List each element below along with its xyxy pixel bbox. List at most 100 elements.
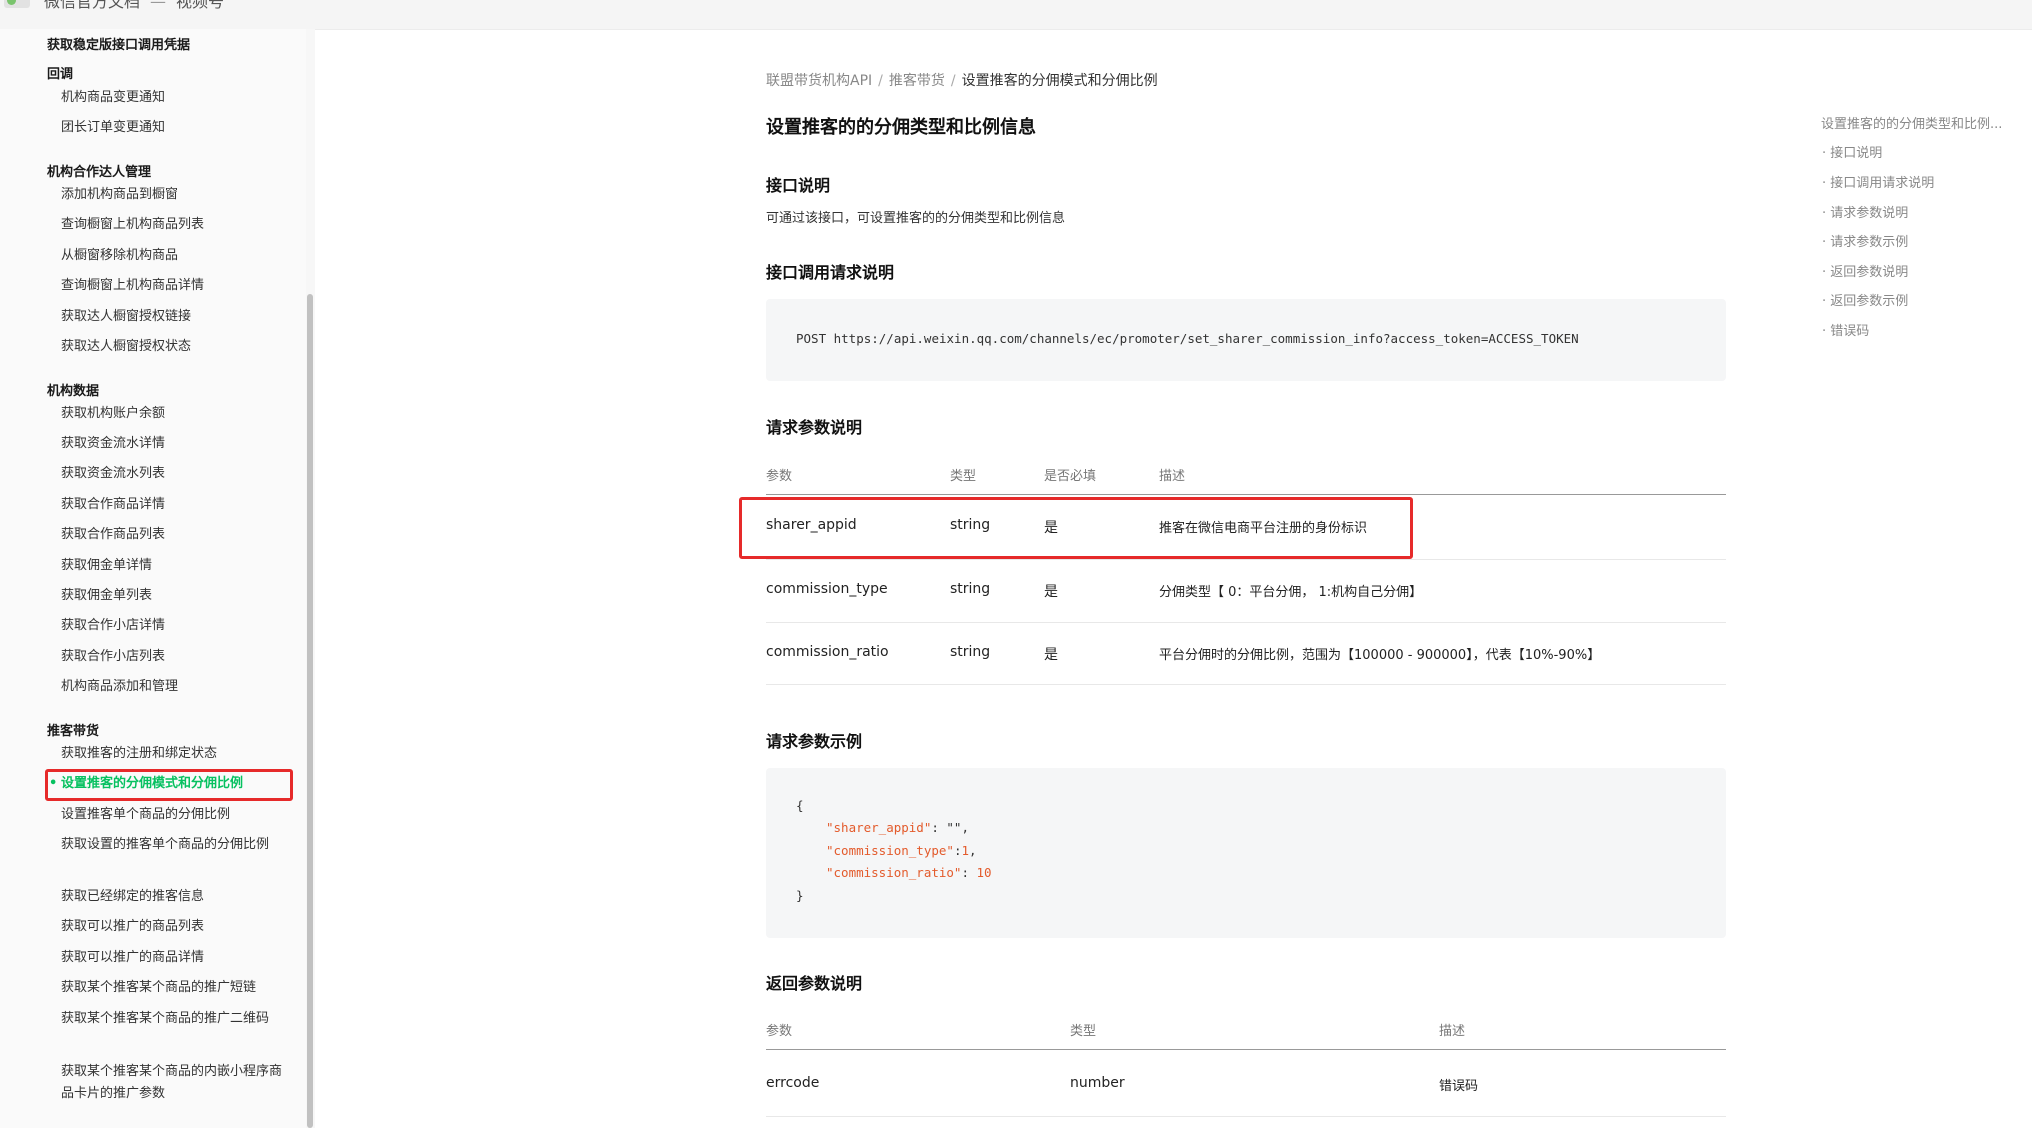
sidebar-item[interactable]: 获取合作商品列表 (61, 524, 281, 546)
return-table: 参数 类型 描述 errcode number 错误码 (766, 1010, 1726, 1128)
breadcrumb-link-api[interactable]: 联盟带货机构API (766, 73, 872, 89)
toc-item[interactable]: 请求参数说明 (1822, 202, 1908, 221)
table-cell: number (1070, 1075, 1125, 1091)
toc-item[interactable]: 接口说明 (1822, 142, 1882, 161)
table-cell: commission_ratio (766, 644, 889, 660)
table-cell: string (950, 644, 991, 660)
toc-item[interactable]: 请求参数示例 (1822, 231, 1908, 250)
sidebar-item[interactable]: 获取佣金单列表 (61, 585, 281, 607)
table-cell: 错误码 (1439, 1079, 1479, 1094)
sidebar-item[interactable]: 机构商品添加和管理 (61, 676, 281, 698)
sidebar-item[interactable]: 获取已经绑定的推客信息 (61, 886, 281, 908)
code-key: "sharer_appid" (826, 820, 932, 835)
row-divider (766, 622, 1726, 623)
example-code-block: { "sharer_appid": "", "commission_type":… (766, 768, 1726, 938)
breadcrumb: 联盟带货机构API / 推客带货 / 设置推客的分佣模式和分佣比例 (766, 70, 1158, 90)
sidebar-item[interactable]: 获取某个推客某个商品的推广短链 (61, 977, 281, 999)
toc-item[interactable]: 返回参数示例 (1822, 290, 1908, 309)
sidebar-item[interactable]: 获取资金流水列表 (61, 463, 281, 485)
sidebar-item[interactable]: 查询橱窗上机构商品列表 (61, 214, 281, 236)
table-cell: 是 (1044, 647, 1058, 663)
site-title[interactable]: 微信官方文档 — 视频号 (44, 0, 224, 12)
page-title: 设置推客的的分佣类型和比例信息 (766, 117, 1036, 138)
sidebar-item[interactable]: 获取达人橱窗授权链接 (61, 306, 281, 328)
table-header-divider (766, 494, 1726, 495)
code-key: "commission_ratio" (826, 865, 962, 880)
breadcrumb-separator: / (878, 73, 883, 89)
table-cell: 分佣类型【 0：平台分佣， 1:机构自己分佣】 (1159, 585, 1423, 600)
table-cell: errcode (766, 1075, 820, 1091)
title-separator: — (150, 0, 167, 11)
sidebar-item[interactable]: 获取可以推广的商品详情 (61, 947, 281, 969)
breadcrumb-separator: / (950, 73, 956, 89)
table-cell: commission_type (766, 581, 888, 597)
code-line: "commission_type":1, (826, 843, 977, 858)
sidebar-item[interactable]: 获取资金流水详情 (61, 433, 281, 455)
sidebar-group-data[interactable]: 机构数据 (47, 380, 99, 399)
sidebar-item[interactable]: 添加机构商品到橱窗 (61, 184, 281, 206)
sidebar-item[interactable]: 从橱窗移除机构商品 (61, 245, 281, 267)
toc-item[interactable]: 接口调用请求说明 (1822, 172, 1934, 191)
sidebar-item[interactable]: 获取可以推广的商品列表 (61, 916, 281, 938)
row-divider (766, 1116, 1726, 1117)
sidebar-item[interactable]: 获取设置的推客单个商品的分佣比例 (61, 834, 286, 856)
sidebar-group-callback[interactable]: 回调 (47, 63, 73, 82)
sidebar-item-stable-token[interactable]: 获取稳定版接口调用凭据 (47, 34, 190, 53)
sidebar-item[interactable]: 获取佣金单详情 (61, 555, 281, 577)
code-value: : "", (931, 820, 969, 835)
sidebar-item[interactable]: 获取某个推客某个商品的推广二维码 (61, 1008, 286, 1030)
sidebar-item[interactable]: 获取合作小店详情 (61, 615, 281, 637)
table-header-divider (766, 1049, 1726, 1050)
sidebar-group-promoter[interactable]: 推客带货 (47, 720, 99, 739)
site-title-text[interactable]: 微信官方文档 (44, 0, 140, 11)
table-header: 参数 (766, 469, 793, 484)
toc-item[interactable]: 返回参数说明 (1822, 261, 1908, 280)
sidebar-item[interactable]: 获取某个推客某个商品的内嵌小程序商品卡片的推广参数 (61, 1061, 286, 1105)
toc-title[interactable]: 设置推客的的分佣类型和比例... (1821, 113, 2002, 132)
sidebar-item[interactable]: 获取推客的注册和绑定状态 (61, 743, 281, 765)
sidebar-item[interactable]: 团长订单变更通知 (61, 117, 281, 139)
sidebar-item[interactable]: 设置推客单个商品的分佣比例 (61, 804, 281, 826)
sidebar-item[interactable]: 获取合作商品详情 (61, 494, 281, 516)
sidebar-scrollbar-thumb[interactable] (307, 294, 313, 1128)
row-highlight-box (739, 497, 1413, 559)
table-header: 描述 (1439, 1024, 1466, 1039)
table-header: 描述 (1159, 469, 1186, 484)
sidebar-group-talent[interactable]: 机构合作达人管理 (47, 161, 151, 180)
section-title-request: 接口调用请求说明 (766, 263, 895, 282)
wechat-docs-logo-icon[interactable] (4, 0, 30, 8)
breadcrumb-link-promoter[interactable]: 推客带货 (889, 73, 945, 89)
request-code-block: POST https://api.weixin.qq.com/channels/… (766, 299, 1726, 381)
params-table: 参数 类型 是否必填 描述 sharer_appid string 是 推客在微… (766, 455, 1726, 685)
sidebar-item[interactable]: 获取机构账户余额 (61, 403, 281, 425)
code-line: "commission_ratio": 10 (826, 865, 992, 880)
code-number: 10 (976, 865, 992, 880)
sidebar-item[interactable]: 获取合作小店列表 (61, 646, 281, 668)
sidebar-highlight-box (45, 769, 293, 801)
code-punct: , (969, 843, 977, 858)
table-header: 是否必填 (1044, 469, 1097, 484)
sidebar-item[interactable]: 机构商品变更通知 (61, 87, 281, 109)
site-section-text[interactable]: 视频号 (176, 0, 224, 11)
row-divider (766, 684, 1726, 685)
desc-text: 可通过该接口，可设置推客的的分佣类型和比例信息 (766, 211, 1066, 226)
code-brace: { (796, 798, 804, 813)
section-title-params: 请求参数说明 (766, 418, 863, 437)
toc-item[interactable]: 错误码 (1822, 320, 1869, 339)
table-cell: 平台分佣时的分佣比例，范围为【100000 - 900000】，代表【10%-9… (1159, 648, 1601, 663)
table-header: 参数 (766, 1024, 793, 1039)
section-title-example: 请求参数示例 (766, 732, 863, 751)
row-divider (766, 559, 1726, 560)
code-key: "commission_type" (826, 843, 954, 858)
top-bar: 微信官方文档 — 视频号 (0, 0, 2032, 30)
breadcrumb-current: 设置推客的分佣模式和分佣比例 (961, 73, 1158, 89)
code-line: "sharer_appid": "", (826, 820, 969, 835)
section-title-desc: 接口说明 (766, 176, 831, 195)
request-line: POST https://api.weixin.qq.com/channels/… (796, 331, 1579, 346)
sidebar-item[interactable]: 获取达人橱窗授权状态 (61, 336, 281, 358)
code-number: 1 (961, 843, 969, 858)
table-cell: 是 (1044, 584, 1058, 600)
section-title-return: 返回参数说明 (766, 974, 863, 993)
sidebar-item[interactable]: 查询橱窗上机构商品详情 (61, 275, 281, 297)
table-header: 类型 (950, 469, 977, 484)
